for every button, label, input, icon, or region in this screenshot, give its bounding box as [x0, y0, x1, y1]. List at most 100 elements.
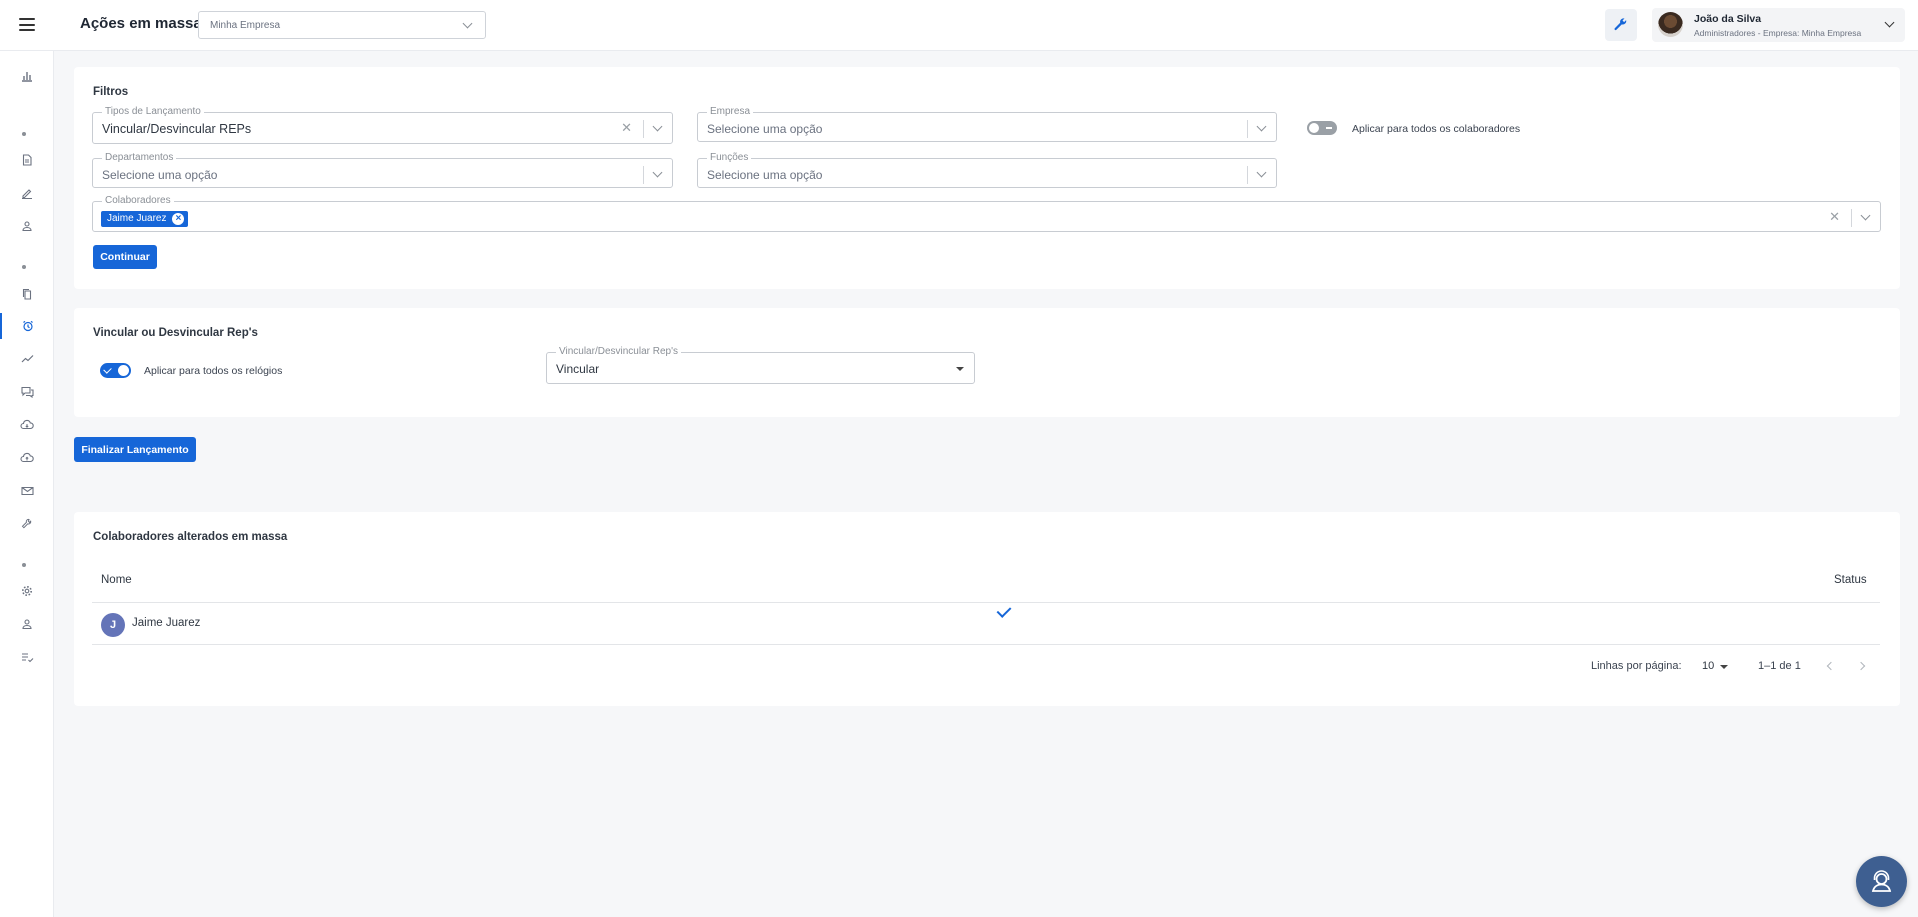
funcoes-select[interactable]: Funções Selecione uma opção [697, 152, 1277, 188]
user-icon [22, 221, 32, 232]
finalizar-lancamento-button[interactable]: Finalizar Lançamento [74, 437, 196, 462]
pagination-range: 1–1 de 1 [1758, 660, 1801, 672]
column-header-status[interactable]: Status [1834, 574, 1867, 586]
chevron-right-icon [1856, 661, 1866, 671]
divider [643, 120, 644, 138]
colaboradores-select[interactable]: Colaboradores Jaime Juarez × ✕ [92, 195, 1881, 232]
sidebar-separator-dot [22, 265, 26, 269]
colaboradores-label: Colaboradores [102, 195, 174, 207]
results-title: Colaboradores alterados em massa [93, 531, 288, 543]
tipos-lancamento-label: Tipos de Lançamento [102, 106, 204, 118]
rows-per-page-select[interactable]: 10 [1700, 657, 1730, 675]
row-divider [92, 602, 1880, 603]
chevron-down-icon [1256, 167, 1267, 178]
top-bar: Ações em massa Minha Empresa João da Sil… [0, 0, 1918, 51]
divider [1247, 120, 1248, 138]
pen-icon [22, 189, 32, 199]
sidebar-item-account[interactable] [0, 611, 54, 637]
chip-label: Jaime Juarez [107, 213, 167, 224]
colaborador-chip[interactable]: Jaime Juarez × [101, 211, 189, 227]
remove-chip-icon[interactable]: × [172, 213, 185, 225]
document-icon [22, 154, 32, 166]
sidebar-item-documents[interactable] [0, 147, 54, 173]
clear-icon[interactable]: ✕ [1829, 210, 1840, 224]
wrench-icon [21, 518, 32, 529]
previous-page-button[interactable] [1823, 659, 1839, 673]
filters-title: Filtros [93, 86, 129, 98]
sidebar-item-download[interactable] [0, 412, 54, 438]
wrench-icon [1614, 18, 1627, 31]
empresa-select[interactable]: Empresa Selecione uma opção [697, 106, 1277, 142]
sidebar-item-settings[interactable] [0, 578, 54, 604]
support-agent-icon [1871, 870, 1892, 892]
avatar: J [101, 613, 125, 637]
dropdown-arrow-icon [1720, 665, 1728, 669]
chevron-down-icon [652, 121, 663, 132]
sidebar-separator-dot [22, 563, 26, 567]
user-menu[interactable]: João da Silva Administradores - Empresa:… [1652, 8, 1905, 42]
empresa-label: Empresa [707, 106, 754, 118]
vincular-desvincular-value: Vincular [556, 362, 600, 376]
tipos-lancamento-select[interactable]: Tipos de Lançamento Vincular/Desvincular… [92, 106, 673, 144]
bar-chart-icon [22, 72, 32, 82]
menu-icon[interactable] [19, 18, 35, 31]
filters-card: Filtros Tipos de Lançamento Vincular/Des… [74, 67, 1900, 289]
sidebar [0, 51, 54, 917]
chevron-down-icon [1256, 121, 1267, 132]
support-chat-button[interactable] [1856, 856, 1907, 907]
sidebar-item-checklist[interactable] [0, 644, 54, 670]
empresa-placeholder: Selecione uma opção [707, 122, 823, 136]
results-card: Colaboradores alterados em massa [74, 512, 1900, 706]
divider [643, 166, 644, 184]
company-select-value: Minha Empresa [210, 20, 281, 31]
aplicar-todos-relogios-label: Aplicar para todos os relógios [144, 365, 283, 377]
aplicar-todos-colaboradores-toggle[interactable] [1307, 121, 1337, 135]
sidebar-item-people[interactable] [0, 213, 54, 239]
next-page-button[interactable] [1855, 659, 1871, 673]
continue-button[interactable]: Continuar [93, 245, 157, 269]
sidebar-item-trends[interactable] [0, 346, 54, 372]
sidebar-item-dashboard[interactable] [0, 63, 54, 89]
sidebar-item-edit[interactable] [0, 180, 54, 206]
dropdown-arrow-icon [956, 367, 964, 371]
funcoes-label: Funções [707, 152, 752, 164]
clear-icon[interactable]: ✕ [621, 121, 632, 135]
avatar [1658, 12, 1683, 37]
checklist-icon [21, 653, 33, 663]
rows-per-page-value: 10 [1702, 660, 1715, 672]
sidebar-item-mail[interactable] [0, 478, 54, 504]
user-name: João da Silva [1694, 13, 1762, 25]
sidebar-item-tools[interactable] [0, 511, 54, 537]
chevron-down-icon [462, 18, 473, 29]
funcoes-placeholder: Selecione uma opção [707, 168, 823, 182]
cloud-upload-icon [20, 452, 34, 463]
user-icon [22, 619, 32, 630]
chevron-down-icon [1860, 210, 1871, 221]
vincular-card: Vincular ou Desvincular Rep's Aplicar pa… [74, 308, 1900, 417]
divider [1851, 209, 1852, 227]
departamentos-select[interactable]: Departamentos Selecione uma opção [92, 152, 673, 188]
copy-icon [22, 288, 32, 300]
sidebar-item-copy[interactable] [0, 281, 54, 307]
alarm-clock-icon [23, 320, 33, 332]
rows-per-page-label: Linhas por página: [1591, 660, 1682, 672]
user-role: Administradores - Empresa: Minha Empresa [1694, 28, 1862, 38]
sidebar-item-alarm[interactable] [0, 313, 54, 339]
chat-icon [20, 386, 34, 398]
divider [1247, 166, 1248, 184]
vincular-desvincular-select[interactable]: Vincular/Desvincular Rep's Vincular [546, 346, 975, 384]
trend-line-icon [21, 355, 33, 363]
column-header-nome[interactable]: Nome [101, 574, 132, 586]
company-select[interactable]: Minha Empresa [198, 11, 486, 39]
row-divider [92, 644, 1880, 645]
departamentos-placeholder: Selecione uma opção [102, 168, 218, 182]
aplicar-todos-relogios-toggle[interactable] [100, 363, 131, 378]
departamentos-label: Departamentos [102, 152, 177, 164]
vincular-desvincular-label: Vincular/Desvincular Rep's [556, 346, 681, 358]
mail-icon [20, 486, 34, 496]
tools-button[interactable] [1605, 9, 1637, 41]
chevron-down-icon [652, 167, 663, 178]
sidebar-item-upload[interactable] [0, 445, 54, 471]
gear-icon [22, 586, 32, 596]
sidebar-item-chat[interactable] [0, 379, 54, 405]
